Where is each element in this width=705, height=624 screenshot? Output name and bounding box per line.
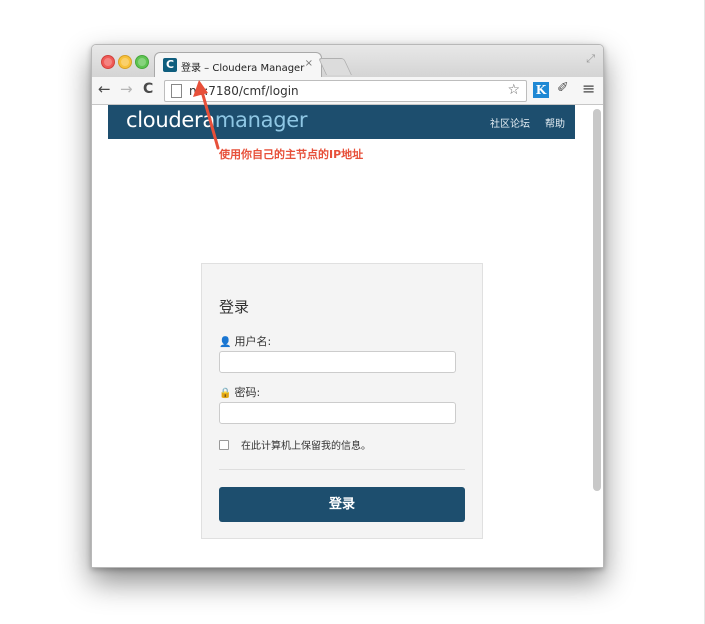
annotation-arrow <box>193 80 220 150</box>
annotation-text: 使用你自己的主节点的IP地址 <box>219 148 364 161</box>
